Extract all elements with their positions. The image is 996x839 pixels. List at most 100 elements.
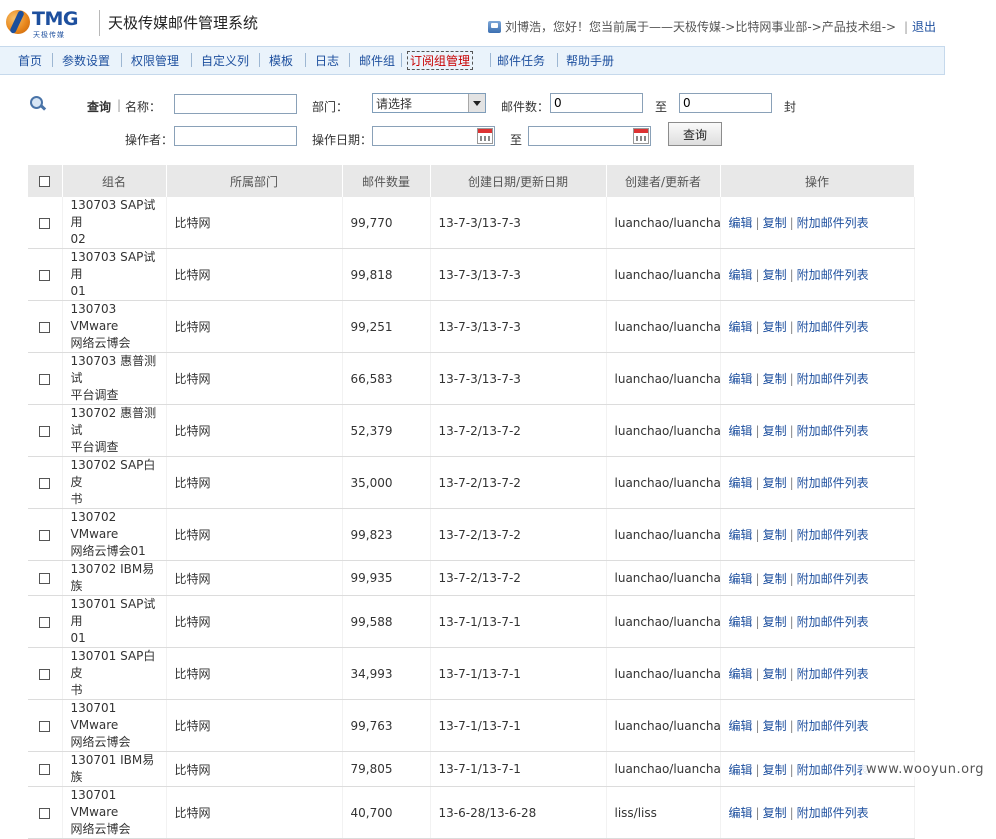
department: 比特网 — [166, 751, 343, 787]
nav-separator — [52, 53, 53, 67]
calendar-icon[interactable] — [633, 128, 649, 144]
copy-link[interactable]: 复制 — [763, 806, 787, 820]
copy-link[interactable]: 复制 — [763, 372, 787, 386]
row-checkbox[interactable] — [39, 477, 51, 489]
copy-link[interactable]: 复制 — [763, 528, 787, 542]
row-checkbox[interactable] — [39, 668, 51, 680]
tmg-logo[interactable]: TMG 天极传媒 — [6, 6, 92, 39]
edit-link[interactable]: 编辑 — [729, 719, 753, 733]
row-checkbox[interactable] — [39, 373, 51, 385]
copy-link[interactable]: 复制 — [763, 572, 787, 586]
operator-input[interactable] — [174, 126, 297, 146]
row-checkbox[interactable] — [39, 720, 51, 732]
action-separator: | — [755, 571, 760, 586]
nav-custom-columns[interactable]: 自定义列 — [201, 52, 249, 69]
dept-label: 部门： — [312, 100, 349, 114]
edit-link[interactable]: 编辑 — [729, 615, 753, 629]
calendar-icon[interactable] — [477, 128, 493, 144]
mail-count-from-input[interactable] — [550, 93, 643, 113]
attach-mail-list-link[interactable]: 附加邮件列表 — [797, 615, 869, 629]
nav-subscription-groups[interactable]: 订阅组管理 — [407, 51, 474, 70]
user-bar-separator: | — [903, 20, 908, 34]
row-checkbox[interactable] — [39, 321, 51, 333]
copy-link[interactable]: 复制 — [763, 763, 787, 777]
col-header-dates[interactable]: 创建日期/更新日期 — [430, 165, 607, 197]
copy-link[interactable]: 复制 — [763, 719, 787, 733]
nav-logs[interactable]: 日志 — [315, 52, 339, 69]
logo-subtext: 天极传媒 — [33, 31, 65, 39]
edit-link[interactable]: 编辑 — [729, 424, 753, 438]
department: 比特网 — [166, 248, 343, 301]
search-title: 查询 — [87, 100, 112, 114]
edit-link[interactable]: 编辑 — [729, 763, 753, 777]
edit-link[interactable]: 编辑 — [729, 216, 753, 230]
table-row: 130702 IBM易族 比特网 99,935 13-7-2/13-7-2 luanch… — [28, 560, 915, 596]
copy-link[interactable]: 复制 — [763, 424, 787, 438]
copy-link[interactable]: 复制 — [763, 320, 787, 334]
copy-link[interactable]: 复制 — [763, 216, 787, 230]
attach-mail-list-link[interactable]: 附加邮件列表 — [797, 719, 869, 733]
edit-link[interactable]: 编辑 — [729, 528, 753, 542]
department: 比特网 — [166, 404, 343, 457]
nav-home[interactable]: 首页 — [18, 52, 42, 69]
row-checkbox[interactable] — [39, 616, 51, 628]
user-info: 刘博浩，您好！您当前属于——天极传媒->比特网事业部->产品技术组-> — [504, 20, 897, 34]
table-row: 130703 VMware 网络云博会 比特网 99,251 13-7-3/13-7-3… — [28, 300, 915, 353]
attach-mail-list-link[interactable]: 附加邮件列表 — [797, 424, 869, 438]
attach-mail-list-link[interactable]: 附加邮件列表 — [797, 268, 869, 282]
date-to-label: 至 — [510, 133, 523, 147]
col-header-count[interactable]: 邮件数量 — [342, 165, 431, 197]
col-header-users[interactable]: 创建者/更新者 — [606, 165, 721, 197]
edit-link[interactable]: 编辑 — [729, 667, 753, 681]
search-button[interactable]: 查询 — [668, 122, 723, 146]
dept-select[interactable]: 请选择 — [372, 93, 486, 113]
edit-link[interactable]: 编辑 — [729, 320, 753, 334]
attach-mail-list-link[interactable]: 附加邮件列表 — [797, 372, 869, 386]
attach-mail-list-link[interactable]: 附加邮件列表 — [797, 763, 869, 777]
attach-mail-list-link[interactable]: 附加邮件列表 — [797, 320, 869, 334]
copy-link[interactable]: 复制 — [763, 476, 787, 490]
dept-select-value: 请选择 — [376, 97, 413, 111]
row-checkbox[interactable] — [39, 425, 51, 437]
action-separator: | — [789, 268, 794, 282]
attach-mail-list-link[interactable]: 附加邮件列表 — [797, 528, 869, 542]
row-actions: 编辑 | 复制 | 附加邮件列表 — [720, 352, 915, 405]
attach-mail-list-link[interactable]: 附加邮件列表 — [797, 476, 869, 490]
edit-link[interactable]: 编辑 — [729, 572, 753, 586]
attach-mail-list-link[interactable]: 附加邮件列表 — [797, 216, 869, 230]
mail-count: 99,763 — [342, 699, 431, 752]
nav-params[interactable]: 参数设置 — [62, 52, 110, 69]
attach-mail-list-link[interactable]: 附加邮件列表 — [797, 572, 869, 586]
nav-mail-groups[interactable]: 邮件组 — [359, 52, 395, 69]
edit-link[interactable]: 编辑 — [729, 806, 753, 820]
attach-mail-list-link[interactable]: 附加邮件列表 — [797, 667, 869, 681]
mail-count-to-input[interactable] — [679, 93, 772, 113]
row-checkbox[interactable] — [39, 573, 51, 584]
copy-link[interactable]: 复制 — [763, 667, 787, 681]
copy-link[interactable]: 复制 — [763, 615, 787, 629]
row-checkbox[interactable] — [39, 269, 51, 281]
edit-link[interactable]: 编辑 — [729, 476, 753, 490]
department: 比特网 — [166, 786, 343, 839]
attach-mail-list-link[interactable]: 附加邮件列表 — [797, 806, 869, 820]
nav-mail-tasks[interactable]: 邮件任务 — [497, 52, 545, 69]
col-header-name[interactable]: 组名 — [62, 165, 167, 197]
nav-templates[interactable]: 模板 — [269, 52, 293, 69]
select-all-checkbox[interactable] — [39, 176, 51, 187]
row-checkbox[interactable] — [39, 764, 51, 775]
edit-link[interactable]: 编辑 — [729, 268, 753, 282]
nav-help[interactable]: 帮助手册 — [566, 52, 614, 69]
col-header-dept[interactable]: 所属部门 — [166, 165, 343, 197]
name-input[interactable] — [174, 94, 297, 114]
group-name: 130703 VMware 网络云博会 — [62, 300, 167, 353]
copy-link[interactable]: 复制 — [763, 268, 787, 282]
create-update-date: 13-7-3/13-7-3 — [430, 248, 607, 301]
action-separator: | — [789, 424, 794, 438]
logout-link[interactable]: 退出 — [912, 20, 936, 34]
row-checkbox[interactable] — [39, 529, 51, 541]
row-checkbox[interactable] — [39, 807, 51, 819]
edit-link[interactable]: 编辑 — [729, 372, 753, 386]
chevron-down-icon[interactable] — [468, 94, 485, 112]
nav-permissions[interactable]: 权限管理 — [131, 52, 179, 69]
row-checkbox[interactable] — [39, 217, 51, 229]
